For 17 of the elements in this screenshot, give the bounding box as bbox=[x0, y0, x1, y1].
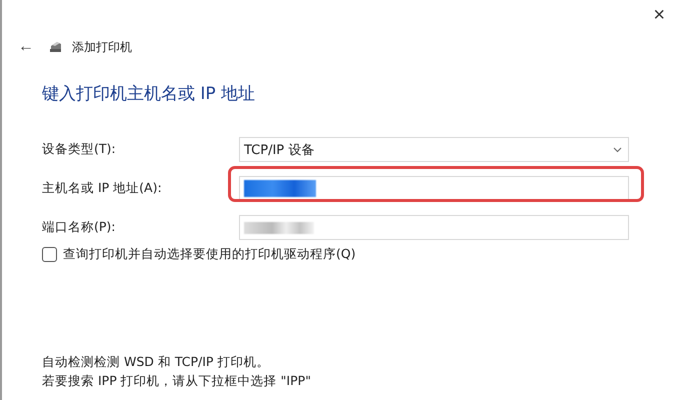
close-button[interactable]: × bbox=[643, 0, 675, 30]
field-label: 端口名称(P): bbox=[42, 219, 117, 236]
info-text: 若要搜索 IPP 打印机，请从下拉框中选择 "IPP" bbox=[42, 373, 312, 390]
page-heading: 键入打印机主机名或 IP 地址 bbox=[42, 83, 256, 105]
window-title: 添加打印机 bbox=[72, 38, 132, 56]
driver-checkbox[interactable]: 查询打印机并自动选择要使用的打印机驱动程序(Q) bbox=[42, 246, 675, 263]
back-button[interactable]: ← bbox=[12, 38, 40, 56]
input-field[interactable] bbox=[239, 176, 629, 201]
field-label: 设备类型(T): bbox=[42, 141, 117, 158]
field-label: 主机名或 IP 地址(A): bbox=[42, 180, 163, 197]
blurred-value bbox=[244, 222, 314, 234]
chevron-down-icon bbox=[613, 146, 622, 152]
blurred-value bbox=[244, 180, 316, 196]
input-field[interactable] bbox=[239, 215, 629, 240]
printer-icon bbox=[48, 41, 64, 53]
device-type-dropdown[interactable]: TCP/IP 设备 bbox=[239, 137, 629, 162]
info-text: 自动检测检测 WSD 和 TCP/IP 打印机。 bbox=[42, 354, 270, 371]
